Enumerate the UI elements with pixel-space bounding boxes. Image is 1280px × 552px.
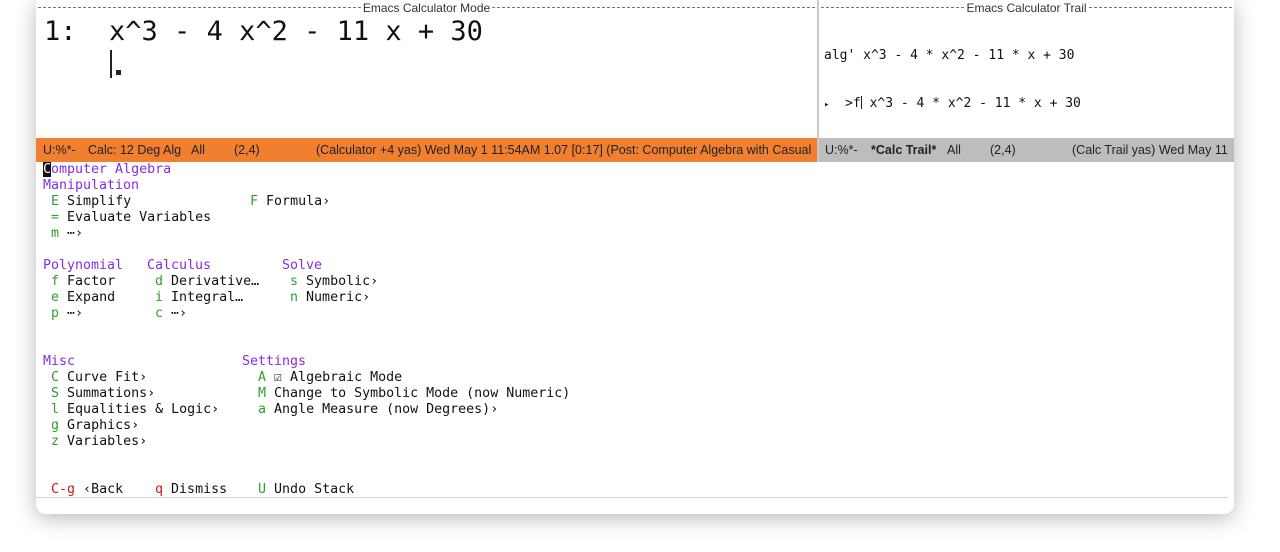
menu-item-factor[interactable]: f Factor [43,274,115,290]
menu-item-variables[interactable]: z Variables› [43,434,147,450]
menu-item-evaluate-variables[interactable]: = Evaluate Variables [43,210,211,226]
modeline-position: (2,4) [234,143,260,157]
menu-item-curve-fit[interactable]: C Curve Fit› [43,370,147,386]
group-heading-polynomial: Polynomial [43,258,124,273]
menu-title: Computer Algebra [43,162,172,177]
text-cursor [110,50,112,78]
modeline-status: U:%*- [43,143,76,157]
trail-line-current: ▸ >f x^3 - 4 * x^2 - 11 * x + 30 [824,96,1081,111]
menu-item-angle-measure[interactable]: a Angle Measure (now Degrees)› [242,402,498,418]
menu-item-simplify[interactable]: E Simplify [43,194,131,210]
calc-modeline[interactable]: U:%*- Calc: 12 Deg Alg All (2,4) (Calcul… [36,138,817,162]
modeline-buffer[interactable]: *Calc Trail* [871,143,936,157]
menu-item-equalities-logic[interactable]: l Equalities & Logic› [43,402,219,418]
menu-item-integral[interactable]: i Integral… [147,290,243,306]
menu-item-symbolic-mode[interactable]: M Change to Symbolic Mode (now Numeric) [242,386,570,402]
menu-item-formula[interactable]: F Formula› [242,194,330,210]
menu-item-undo-stack[interactable]: U Undo Stack [250,482,354,498]
modeline-scope: All [947,143,961,157]
group-heading-solve: Solve [282,258,323,273]
menu-item-manipulation-more[interactable]: m ⋯› [43,226,83,242]
modeline-scope: All [191,143,205,157]
menu-item-calculus-more[interactable]: c ⋯› [147,306,187,322]
calc-header-title: Emacs Calculator Mode [362,0,491,15]
header-rule [38,7,361,8]
emacs-window: Emacs Calculator Mode Emacs Calculator T… [36,0,1234,514]
stack-end-marker [116,70,121,75]
modeline-info: (Calculator +4 yas) Wed May 1 11:54AM 1.… [316,143,812,157]
modeline-position: (2,4) [990,143,1016,157]
menu-item-back[interactable]: C-g ‹Back [43,482,123,498]
calc-header: Emacs Calculator Mode [36,0,817,15]
point-cursor: C [43,162,52,177]
trail-line: alg' x^3 - 4 * x^2 - 11 * x + 30 [824,48,1075,63]
menu-item-symbolic-solve[interactable]: s Symbolic› [282,274,378,290]
header-rule [1088,7,1233,8]
menu-item-algebraic-mode[interactable]: A ☑ Algebraic Mode [242,370,402,386]
group-heading-manipulation: Manipulation [43,178,140,193]
trail-cursor [860,96,862,109]
header-rule [821,7,965,8]
header-rule [492,7,816,8]
menu-item-polynomial-more[interactable]: p ⋯› [43,306,83,322]
modeline-info: (Calc Trail yas) Wed May 11 [1072,143,1228,157]
menu-item-graphics[interactable]: g Graphics› [43,418,139,434]
calc-stack-entry[interactable]: 1: x^3 - 4 x^2 - 11 x + 30 [44,16,483,47]
trail-modeline[interactable]: U:%*- *Calc Trail* All (2,4) (Calc Trail… [819,138,1234,162]
trail-buffer[interactable]: alg' x^3 - 4 * x^2 - 11 * x + 30 ▸ >f x^… [824,16,1081,145]
group-heading-settings: Settings [242,354,307,369]
stack-index: 1: [44,16,77,47]
menu-item-derivative[interactable]: d Derivative… [147,274,259,290]
group-heading-calculus: Calculus [147,258,212,273]
trail-pointer-icon: ▸ [824,100,830,110]
trail-header-title: Emacs Calculator Trail [966,0,1087,15]
trail-header: Emacs Calculator Trail [819,0,1234,15]
menu-item-dismiss[interactable]: q Dismiss [147,482,227,498]
menu-item-numeric-solve[interactable]: n Numeric› [282,290,370,306]
group-heading-misc: Misc [43,354,76,369]
modeline-status: U:%*- [825,143,858,157]
modeline-buffer[interactable]: Calc: 12 Deg Alg [88,143,181,157]
menu-item-expand[interactable]: e Expand [43,290,115,306]
menu-item-summations[interactable]: S Summations› [43,386,155,402]
transient-menu: Computer Algebra Manipulation E Simplify… [36,162,1234,514]
menu-bottom-rule [36,497,1228,498]
stack-expression: x^3 - 4 x^2 - 11 x + 30 [109,16,483,47]
